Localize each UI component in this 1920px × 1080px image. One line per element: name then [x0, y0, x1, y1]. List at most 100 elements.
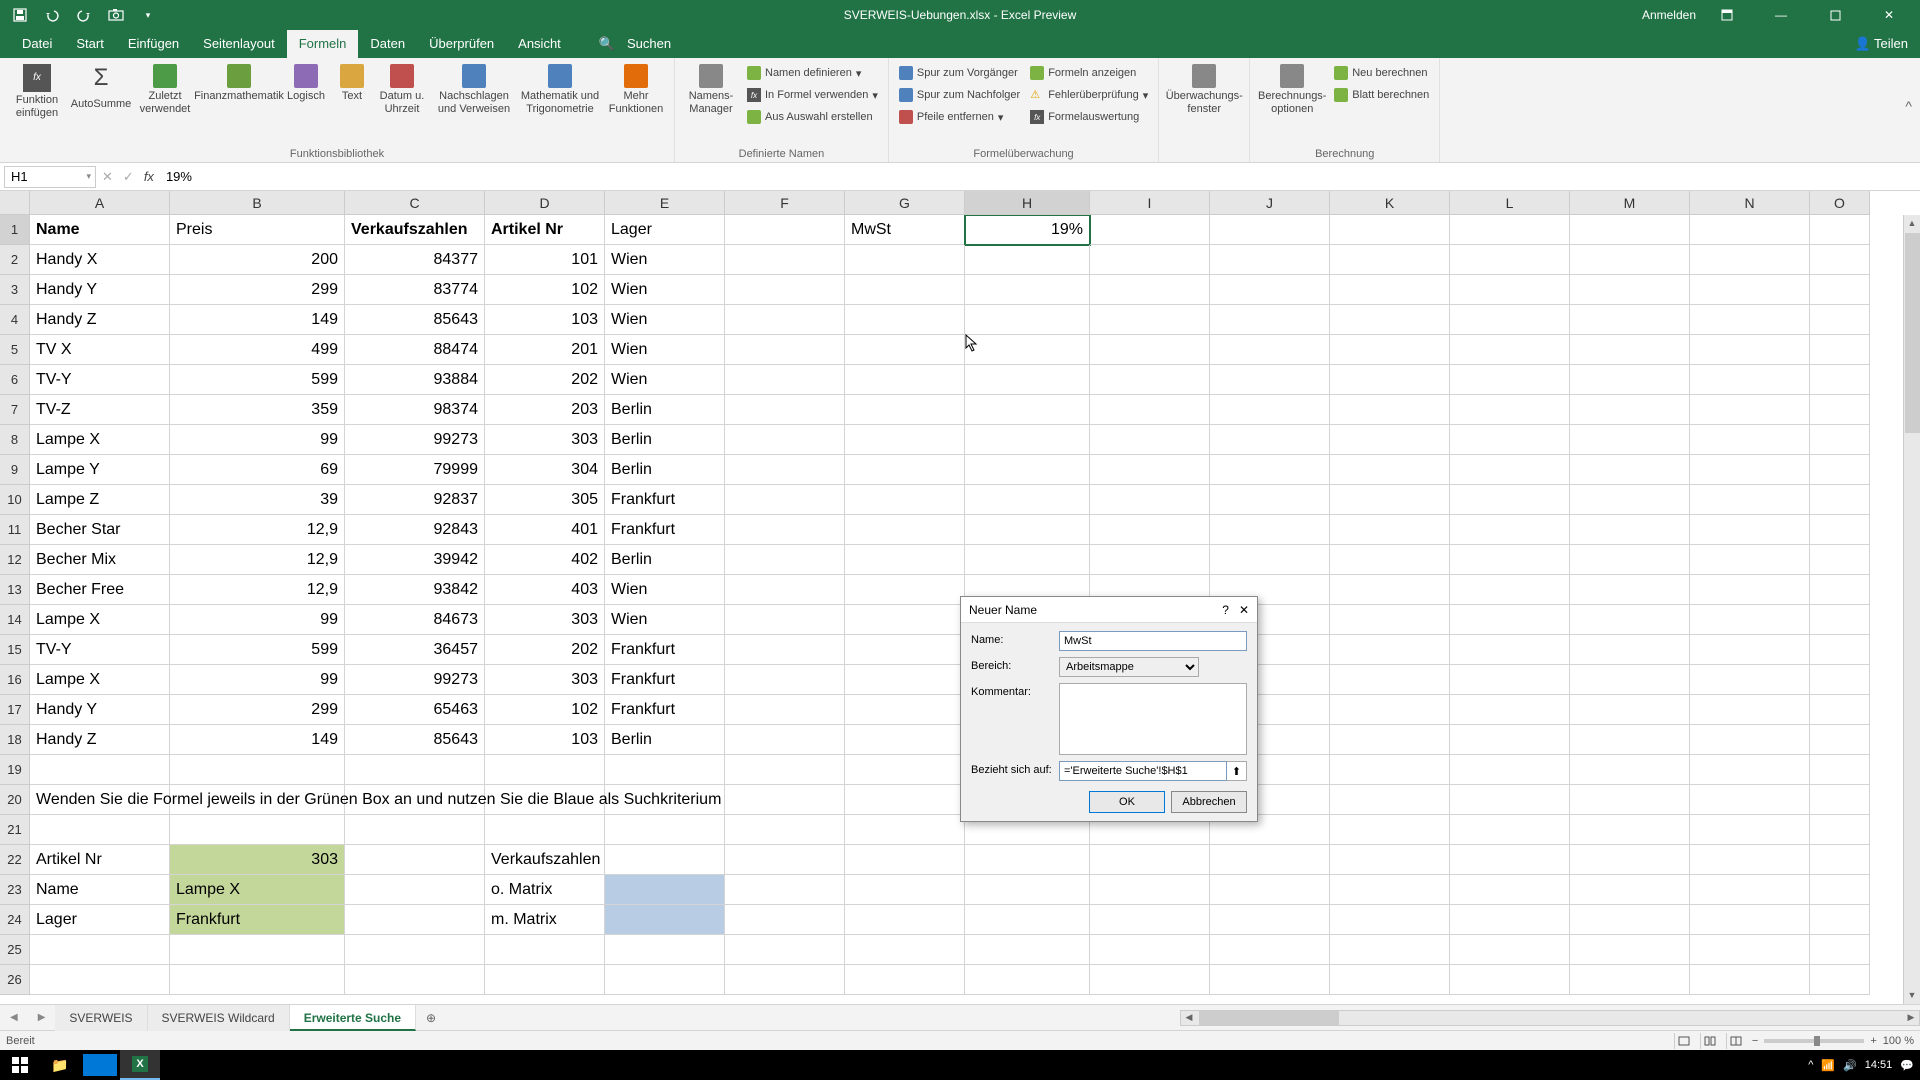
- col-header-H[interactable]: H: [965, 191, 1090, 215]
- cell-D21[interactable]: [485, 815, 605, 845]
- row-header[interactable]: 25: [0, 935, 30, 965]
- cell-C14[interactable]: 84673: [345, 605, 485, 635]
- dialog-close-icon[interactable]: ✕: [1239, 603, 1249, 617]
- cell-B10[interactable]: 39: [170, 485, 345, 515]
- sheet-tab-sverweis[interactable]: SVERWEIS: [55, 1005, 147, 1031]
- cell-K5[interactable]: [1330, 335, 1450, 365]
- cell-L8[interactable]: [1450, 425, 1570, 455]
- cell-G10[interactable]: [845, 485, 965, 515]
- more-button[interactable]: Mehr Funktionen: [604, 62, 668, 120]
- cell-L13[interactable]: [1450, 575, 1570, 605]
- cell-L1[interactable]: [1450, 215, 1570, 245]
- cell-K26[interactable]: [1330, 965, 1450, 995]
- cell-E8[interactable]: Berlin: [605, 425, 725, 455]
- cell-O5[interactable]: [1810, 335, 1870, 365]
- cell-K25[interactable]: [1330, 935, 1450, 965]
- cell-E11[interactable]: Frankfurt: [605, 515, 725, 545]
- cell-H8[interactable]: [965, 425, 1090, 455]
- cell-E21[interactable]: [605, 815, 725, 845]
- cell-L19[interactable]: [1450, 755, 1570, 785]
- cell-N8[interactable]: [1690, 425, 1810, 455]
- cell-O11[interactable]: [1810, 515, 1870, 545]
- cell-A14[interactable]: Lampe X: [30, 605, 170, 635]
- cell-E4[interactable]: Wien: [605, 305, 725, 335]
- cell-A6[interactable]: TV-Y: [30, 365, 170, 395]
- cell-N24[interactable]: [1690, 905, 1810, 935]
- cell-M25[interactable]: [1570, 935, 1690, 965]
- cell-M13[interactable]: [1570, 575, 1690, 605]
- tray-up-icon[interactable]: ^: [1808, 1059, 1813, 1071]
- cell-E7[interactable]: Berlin: [605, 395, 725, 425]
- cell-G13[interactable]: [845, 575, 965, 605]
- cell-D8[interactable]: 303: [485, 425, 605, 455]
- cell-M2[interactable]: [1570, 245, 1690, 275]
- cell-D10[interactable]: 305: [485, 485, 605, 515]
- row-header[interactable]: 7: [0, 395, 30, 425]
- cell-D16[interactable]: 303: [485, 665, 605, 695]
- cell-K16[interactable]: [1330, 665, 1450, 695]
- cell-J23[interactable]: [1210, 875, 1330, 905]
- tab-formeln[interactable]: Formeln: [287, 30, 359, 58]
- cell-I9[interactable]: [1090, 455, 1210, 485]
- cell-H2[interactable]: [965, 245, 1090, 275]
- cell-I11[interactable]: [1090, 515, 1210, 545]
- row-header[interactable]: 5: [0, 335, 30, 365]
- cell-K18[interactable]: [1330, 725, 1450, 755]
- formula-cancel-icon[interactable]: ✕: [102, 169, 113, 185]
- cell-C17[interactable]: 65463: [345, 695, 485, 725]
- cell-C24[interactable]: [345, 905, 485, 935]
- cell-C18[interactable]: 85643: [345, 725, 485, 755]
- cell-B13[interactable]: 12,9: [170, 575, 345, 605]
- cell-M24[interactable]: [1570, 905, 1690, 935]
- cell-F7[interactable]: [725, 395, 845, 425]
- cell-F3[interactable]: [725, 275, 845, 305]
- cell-B6[interactable]: 599: [170, 365, 345, 395]
- cell-J2[interactable]: [1210, 245, 1330, 275]
- cell-A24[interactable]: Lager: [30, 905, 170, 935]
- cell-J10[interactable]: [1210, 485, 1330, 515]
- cell-O2[interactable]: [1810, 245, 1870, 275]
- cell-F13[interactable]: [725, 575, 845, 605]
- cell-N22[interactable]: [1690, 845, 1810, 875]
- cell-E1[interactable]: Lager: [605, 215, 725, 245]
- row-header[interactable]: 26: [0, 965, 30, 995]
- cell-L7[interactable]: [1450, 395, 1570, 425]
- cell-F23[interactable]: [725, 875, 845, 905]
- dialog-ref-picker-icon[interactable]: ⬆: [1227, 761, 1247, 781]
- cell-E24[interactable]: [605, 905, 725, 935]
- col-header-B[interactable]: B: [170, 191, 345, 215]
- cell-A25[interactable]: [30, 935, 170, 965]
- recent-button[interactable]: Zuletzt verwendet: [134, 62, 196, 120]
- cell-C12[interactable]: 39942: [345, 545, 485, 575]
- dialog-ok-button[interactable]: OK: [1089, 791, 1165, 813]
- name-manager-button[interactable]: Namens-Manager: [681, 62, 741, 128]
- cell-I4[interactable]: [1090, 305, 1210, 335]
- cell-F19[interactable]: [725, 755, 845, 785]
- cell-J24[interactable]: [1210, 905, 1330, 935]
- cell-A5[interactable]: TV X: [30, 335, 170, 365]
- add-sheet-icon[interactable]: ⊕: [416, 1011, 446, 1025]
- cell-M5[interactable]: [1570, 335, 1690, 365]
- ribbon-display-icon[interactable]: [1704, 0, 1750, 30]
- cell-B8[interactable]: 99: [170, 425, 345, 455]
- cell-J6[interactable]: [1210, 365, 1330, 395]
- cell-O26[interactable]: [1810, 965, 1870, 995]
- cell-H12[interactable]: [965, 545, 1090, 575]
- cell-N9[interactable]: [1690, 455, 1810, 485]
- cell-C9[interactable]: 79999: [345, 455, 485, 485]
- hscroll-thumb[interactable]: [1199, 1011, 1339, 1025]
- view-normal-icon[interactable]: [1674, 1033, 1694, 1049]
- cell-M20[interactable]: [1570, 785, 1690, 815]
- cell-D19[interactable]: [485, 755, 605, 785]
- cell-J12[interactable]: [1210, 545, 1330, 575]
- show-formulas-button[interactable]: Formeln anzeigen: [1026, 62, 1152, 84]
- cell-E19[interactable]: [605, 755, 725, 785]
- cell-I8[interactable]: [1090, 425, 1210, 455]
- cell-M1[interactable]: [1570, 215, 1690, 245]
- cell-A9[interactable]: Lampe Y: [30, 455, 170, 485]
- cell-O9[interactable]: [1810, 455, 1870, 485]
- row-header[interactable]: 23: [0, 875, 30, 905]
- cell-O6[interactable]: [1810, 365, 1870, 395]
- cell-M15[interactable]: [1570, 635, 1690, 665]
- row-header[interactable]: 19: [0, 755, 30, 785]
